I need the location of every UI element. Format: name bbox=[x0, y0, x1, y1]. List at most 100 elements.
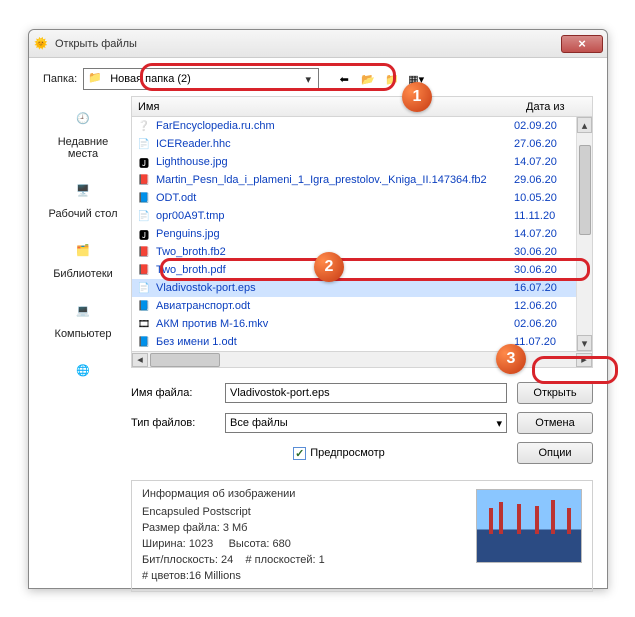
place-desktop[interactable]: 🖥️ Рабочий стол bbox=[43, 168, 123, 226]
file-name: ICEReader.hhc bbox=[156, 138, 514, 150]
file-date: 30.06.20 bbox=[514, 246, 576, 258]
file-type-icon: 📄 bbox=[136, 208, 152, 224]
preview-label: Предпросмотр bbox=[310, 447, 385, 459]
file-date: 29.06.20 bbox=[514, 174, 576, 186]
scroll-up-icon[interactable]: ▴ bbox=[577, 117, 592, 133]
file-date: 11.07.20 bbox=[514, 336, 576, 348]
scroll-thumb[interactable] bbox=[579, 145, 591, 235]
file-name: FarEncyclopedia.ru.chm bbox=[156, 120, 514, 132]
file-date: 12.06.20 bbox=[514, 300, 576, 312]
folder-label: Папка: bbox=[43, 73, 77, 85]
file-name: Two_broth.fb2 bbox=[156, 246, 514, 258]
file-type-icon: 📕 bbox=[136, 244, 152, 260]
file-row[interactable]: 📘 Без имени 1.odt11.07.20 bbox=[132, 333, 576, 351]
open-button[interactable]: Открыть bbox=[517, 382, 593, 404]
scroll-left-icon[interactable]: ◂ bbox=[132, 353, 148, 367]
file-date: 16.07.20 bbox=[514, 282, 576, 294]
desktop-icon: 🖥️ bbox=[67, 174, 99, 206]
file-row[interactable]: 🎞 АКМ против М-16.mkv02.06.20 bbox=[132, 315, 576, 333]
file-name: Авиатранспорт.odt bbox=[156, 300, 514, 312]
file-row[interactable]: ❔ FarEncyclopedia.ru.chm02.09.20 bbox=[132, 117, 576, 135]
place-recent[interactable]: 🕘 Недавние места bbox=[43, 96, 123, 166]
preview-checkbox[interactable]: ✓ bbox=[293, 447, 306, 460]
file-name: ODT.odt bbox=[156, 192, 514, 204]
window-title: Открыть файлы bbox=[55, 38, 561, 50]
file-type-icon: 🅹 bbox=[136, 154, 152, 170]
filename-label: Имя файла: bbox=[131, 387, 215, 399]
folder-name: Новая папка (2) bbox=[110, 73, 302, 85]
image-info-panel: Информация об изображении Encapsuled Pos… bbox=[131, 480, 593, 592]
file-name: АКМ против М-16.mkv bbox=[156, 318, 514, 330]
hscroll-thumb[interactable] bbox=[150, 353, 220, 367]
vertical-scrollbar[interactable]: ▴ ▾ bbox=[576, 117, 592, 351]
options-button[interactable]: Опции bbox=[517, 442, 593, 464]
recent-icon: 🕘 bbox=[67, 102, 99, 134]
file-row[interactable]: 🅹 Penguins.jpg14.07.20 bbox=[132, 225, 576, 243]
folder-dropdown[interactable]: 📁 Новая папка (2) ▾ bbox=[83, 68, 319, 90]
file-row[interactable]: 🅹 Lighthouse.jpg14.07.20 bbox=[132, 153, 576, 171]
file-type-icon: 📘 bbox=[136, 190, 152, 206]
place-computer[interactable]: 💻 Компьютер bbox=[43, 288, 123, 346]
filetype-value: Все файлы bbox=[230, 417, 288, 429]
file-name: Two_broth.pdf bbox=[156, 264, 514, 276]
back-icon[interactable]: ⬅ bbox=[335, 70, 353, 88]
file-type-icon: 📘 bbox=[136, 298, 152, 314]
scroll-down-icon[interactable]: ▾ bbox=[577, 335, 592, 351]
place-network[interactable]: 🌐 bbox=[43, 348, 123, 394]
filetype-select[interactable]: Все файлы ▾ bbox=[225, 413, 507, 433]
file-date: 10.05.20 bbox=[514, 192, 576, 204]
file-row[interactable]: 📕 Martin_Pesn_lda_i_plameni_1_Igra_presto… bbox=[132, 171, 576, 189]
file-name: Penguins.jpg bbox=[156, 228, 514, 240]
file-list[interactable]: ❔ FarEncyclopedia.ru.chm02.09.20 📄 ICEReade… bbox=[131, 116, 593, 352]
file-date: 14.07.20 bbox=[514, 228, 576, 240]
file-type-icon: 📄 bbox=[136, 136, 152, 152]
file-name: opr00A9T.tmp bbox=[156, 210, 514, 222]
view-menu-icon[interactable]: ▦▾ bbox=[407, 70, 425, 88]
file-date: 27.06.20 bbox=[514, 138, 576, 150]
file-row[interactable]: 📕 Two_broth.fb230.06.20 bbox=[132, 243, 576, 261]
file-type-icon: 🅹 bbox=[136, 226, 152, 242]
file-type-icon: 📕 bbox=[136, 262, 152, 278]
file-row[interactable]: 📕Two_broth.pdf30.06.20 bbox=[132, 261, 576, 279]
cancel-button[interactable]: Отмена bbox=[517, 412, 593, 434]
scroll-right-icon[interactable]: ▸ bbox=[576, 353, 592, 367]
file-name: Lighthouse.jpg bbox=[156, 156, 514, 168]
file-name: Martin_Pesn_lda_i_plameni_1_Igra_prestol… bbox=[156, 174, 514, 186]
filename-input[interactable] bbox=[225, 383, 507, 403]
file-name: Без имени 1.odt bbox=[156, 336, 514, 348]
file-row[interactable]: 📄 Vladivostok-port.eps16.07.20 bbox=[132, 279, 576, 297]
network-icon: 🌐 bbox=[67, 354, 99, 386]
file-date: 02.06.20 bbox=[514, 318, 576, 330]
file-type-icon: 🎞 bbox=[136, 316, 152, 332]
place-libraries[interactable]: 🗂️ Библиотеки bbox=[43, 228, 123, 286]
chevron-down-icon: ▾ bbox=[302, 73, 314, 86]
file-type-icon: 📘 bbox=[136, 334, 152, 350]
file-row[interactable]: 📘 Авиатранспорт.odt12.06.20 bbox=[132, 297, 576, 315]
new-folder-icon[interactable]: 📁 bbox=[383, 70, 401, 88]
file-date: 14.07.20 bbox=[514, 156, 576, 168]
titlebar[interactable]: 🌞 Открыть файлы × bbox=[29, 30, 607, 58]
file-type-icon: ❔ bbox=[136, 118, 152, 134]
close-button[interactable]: × bbox=[561, 35, 603, 53]
preview-thumbnail bbox=[476, 489, 582, 563]
file-date: 02.09.20 bbox=[514, 120, 576, 132]
file-type-icon: 📕 bbox=[136, 172, 152, 188]
file-name: Vladivostok-port.eps bbox=[156, 282, 514, 294]
chevron-down-icon: ▾ bbox=[496, 417, 502, 430]
file-date: 11.11.20 bbox=[514, 210, 576, 222]
file-type-icon: 📄 bbox=[136, 280, 152, 296]
file-row[interactable]: 📄 ICEReader.hhc27.06.20 bbox=[132, 135, 576, 153]
file-row[interactable]: 📄 opr00A9T.tmp11.11.20 bbox=[132, 207, 576, 225]
horizontal-scrollbar[interactable]: ◂ ▸ bbox=[131, 352, 593, 368]
info-title: Информация об изображении bbox=[142, 487, 460, 503]
app-icon: 🌞 bbox=[33, 36, 49, 52]
file-row[interactable]: 📘 ODT.odt10.05.20 bbox=[132, 189, 576, 207]
places-sidebar: 🕘 Недавние места 🖥️ Рабочий стол 🗂️ Библ… bbox=[43, 96, 123, 592]
info-format: Encapsuled Postscript bbox=[142, 505, 460, 521]
computer-icon: 💻 bbox=[67, 294, 99, 326]
file-list-header[interactable]: Имя Дата из bbox=[131, 96, 593, 116]
col-name[interactable]: Имя bbox=[132, 101, 522, 113]
up-folder-icon[interactable]: 📂 bbox=[359, 70, 377, 88]
folder-icon: 📁 bbox=[88, 71, 104, 87]
col-date[interactable]: Дата из bbox=[522, 101, 592, 113]
